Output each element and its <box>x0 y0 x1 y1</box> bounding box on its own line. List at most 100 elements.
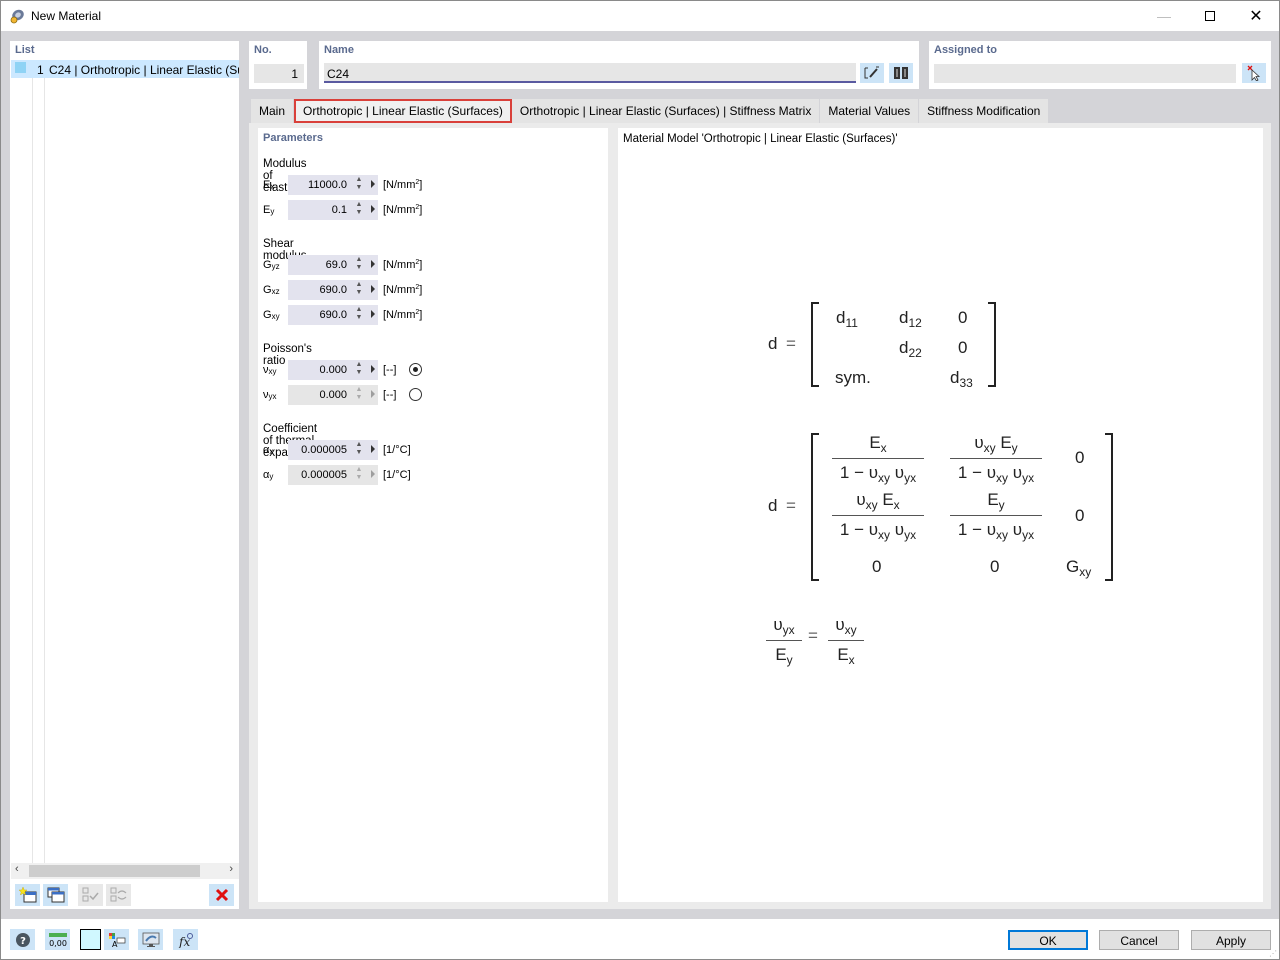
window-title: New Material <box>31 9 102 23</box>
gyz-input[interactable]: 69.0 ▲ ▼ <box>288 255 378 275</box>
dialog-window: New Material — ✕ List 1 C24 | Orthotropi… <box>0 0 1280 960</box>
apply-button[interactable]: Apply <box>1191 930 1271 950</box>
ex-input[interactable]: 11000.0 ▲ ▼ <box>288 175 378 195</box>
expand-arrow-icon[interactable] <box>371 260 375 268</box>
spinner-icon[interactable]: ▲ ▼ <box>355 176 363 192</box>
copy-material-icon <box>47 887 64 903</box>
view-button[interactable] <box>138 929 163 950</box>
list-item-number: 1 <box>37 63 44 77</box>
matrix-cell-d33: d33 <box>950 368 973 390</box>
minimize-button[interactable]: — <box>1141 1 1187 31</box>
list-toolbar <box>10 881 239 909</box>
vyx-radio[interactable] <box>409 388 422 401</box>
bottom-bar: ? 0,00 A fx OK Cancel Apply ⋰ <box>1 919 1279 959</box>
new-material-button[interactable] <box>15 884 40 906</box>
ey-input[interactable]: 0.1 ▲ ▼ <box>288 200 378 220</box>
tab-stiffness-matrix[interactable]: Orthotropic | Linear Elastic (Surfaces) … <box>511 99 821 123</box>
close-button[interactable]: ✕ <box>1233 1 1279 31</box>
ok-button[interactable]: OK <box>1008 930 1088 950</box>
input-value: 69.0 <box>325 259 347 271</box>
help-button[interactable]: ? <box>10 929 35 950</box>
vyx-input: 0.000 ▲ ▼ <box>288 385 378 405</box>
display-properties-button[interactable]: A <box>104 929 129 950</box>
matrix-cell-d22: d22 <box>899 338 922 360</box>
input-value: 0.000005 <box>301 444 347 456</box>
param-row-alpha-x: αx 0.000005 ▲ ▼ [1/°C] <box>263 440 603 460</box>
spinner-icon[interactable]: ▲ ▼ <box>355 441 363 457</box>
check-all-button <box>78 884 103 906</box>
tab-main[interactable]: Main <box>251 99 295 123</box>
matrix-cell-d11: d11 <box>836 308 858 330</box>
matrix-cell-11: Ex 1 − υxy υyx <box>832 433 924 485</box>
maximize-button[interactable] <box>1187 1 1233 31</box>
input-value: 11000.0 <box>308 179 347 191</box>
svg-text:?: ? <box>20 936 26 947</box>
formula-button[interactable]: fx <box>173 929 198 950</box>
param-symbol: Gxy <box>263 309 280 321</box>
tab-material-values[interactable]: Material Values <box>820 99 920 123</box>
vxy-radio[interactable] <box>409 363 422 376</box>
param-symbol: νyx <box>263 389 277 401</box>
tab-stiffness-modification[interactable]: Stiffness Modification <box>919 99 1050 123</box>
scroll-left-icon[interactable]: ‹ <box>15 863 19 875</box>
resize-grip-icon[interactable]: ⋰ <box>1269 949 1277 958</box>
name-label: Name <box>324 44 354 56</box>
param-row-ey: Ey 0.1 ▲ ▼ [N/mm2] <box>263 200 603 220</box>
new-material-icon <box>18 887 36 903</box>
pick-assignment-button[interactable] <box>1242 63 1266 83</box>
scroll-right-icon[interactable]: › <box>229 863 233 875</box>
param-symbol: Gxz <box>263 284 280 296</box>
copy-material-button[interactable] <box>43 884 68 906</box>
help-icon: ? <box>15 932 30 947</box>
spinner-icon[interactable]: ▲ ▼ <box>355 281 363 297</box>
gxy-input[interactable]: 690.0 ▲ ▼ <box>288 305 378 325</box>
scrollbar-thumb[interactable] <box>29 865 200 877</box>
list-column-divider <box>32 78 33 863</box>
param-symbol: αx <box>263 444 274 456</box>
matrix-cell-13: 0 <box>1075 448 1085 467</box>
expand-arrow-icon[interactable] <box>371 205 375 213</box>
list-item[interactable]: 1 C24 | Orthotropic | Linear Elastic (Su… <box>11 60 239 78</box>
library-book-icon <box>894 67 908 79</box>
horizontal-scrollbar[interactable]: ‹ › <box>11 863 239 879</box>
number-field[interactable]: 1 <box>254 64 304 83</box>
name-input[interactable]: C24 <box>324 63 856 83</box>
matrix-lhs: d <box>768 496 778 515</box>
param-row-alpha-y: αy 0.000005 ▲ ▼ [1/°C] <box>263 465 603 485</box>
material-library-button[interactable] <box>889 63 913 83</box>
expand-arrow-icon[interactable] <box>371 285 375 293</box>
param-symbol: αy <box>263 469 274 481</box>
cancel-button[interactable]: Cancel <box>1099 930 1179 950</box>
spinner-icon[interactable]: ▲ ▼ <box>355 256 363 272</box>
param-row-ex: Ex 11000.0 ▲ ▼ [N/mm2] <box>263 175 603 195</box>
expand-arrow-icon[interactable] <box>371 180 375 188</box>
color-swatch[interactable] <box>80 929 101 950</box>
alpha-x-input[interactable]: 0.000005 ▲ ▼ <box>288 440 378 460</box>
unit-label: [N/mm2] <box>383 284 423 296</box>
expand-arrow-icon[interactable] <box>371 365 375 373</box>
left-bracket <box>811 302 819 387</box>
material-model-heading: Material Model 'Orthotropic | Linear Ela… <box>623 133 898 145</box>
units-button[interactable]: 0,00 <box>45 929 70 950</box>
param-row-gxy: Gxy 690.0 ▲ ▼ [N/mm2] <box>263 305 603 325</box>
matrix-cell-21: υxy Ex 1 − υxy υyx <box>832 490 924 542</box>
delete-material-button[interactable] <box>209 884 234 906</box>
assigned-to-input[interactable] <box>934 64 1236 83</box>
param-row-vxy: νxy 0.000 ▲ ▼ [--] <box>263 360 603 380</box>
gxz-input[interactable]: 690.0 ▲ ▼ <box>288 280 378 300</box>
vxy-input[interactable]: 0.000 ▲ ▼ <box>288 360 378 380</box>
tab-orthotropic-linear-elastic[interactable]: Orthotropic | Linear Elastic (Surfaces) <box>294 99 512 123</box>
matrix-cell-13: 0 <box>958 308 968 327</box>
number-panel: No. 1 <box>249 41 307 89</box>
matrix-cell-31: 0 <box>872 557 882 576</box>
expand-arrow-icon[interactable] <box>371 445 375 453</box>
spinner-icon[interactable]: ▲ ▼ <box>355 201 363 217</box>
edit-name-button[interactable] <box>860 63 884 83</box>
param-symbol: Ey <box>263 204 275 216</box>
toggle-check-icon <box>110 887 126 902</box>
expand-arrow-icon[interactable] <box>371 310 375 318</box>
spinner-icon[interactable]: ▲ ▼ <box>355 306 363 322</box>
tab-bar: Main Orthotropic | Linear Elastic (Surfa… <box>251 99 1050 123</box>
spinner-icon[interactable]: ▲ ▼ <box>355 361 363 377</box>
list-column-divider <box>44 78 45 863</box>
